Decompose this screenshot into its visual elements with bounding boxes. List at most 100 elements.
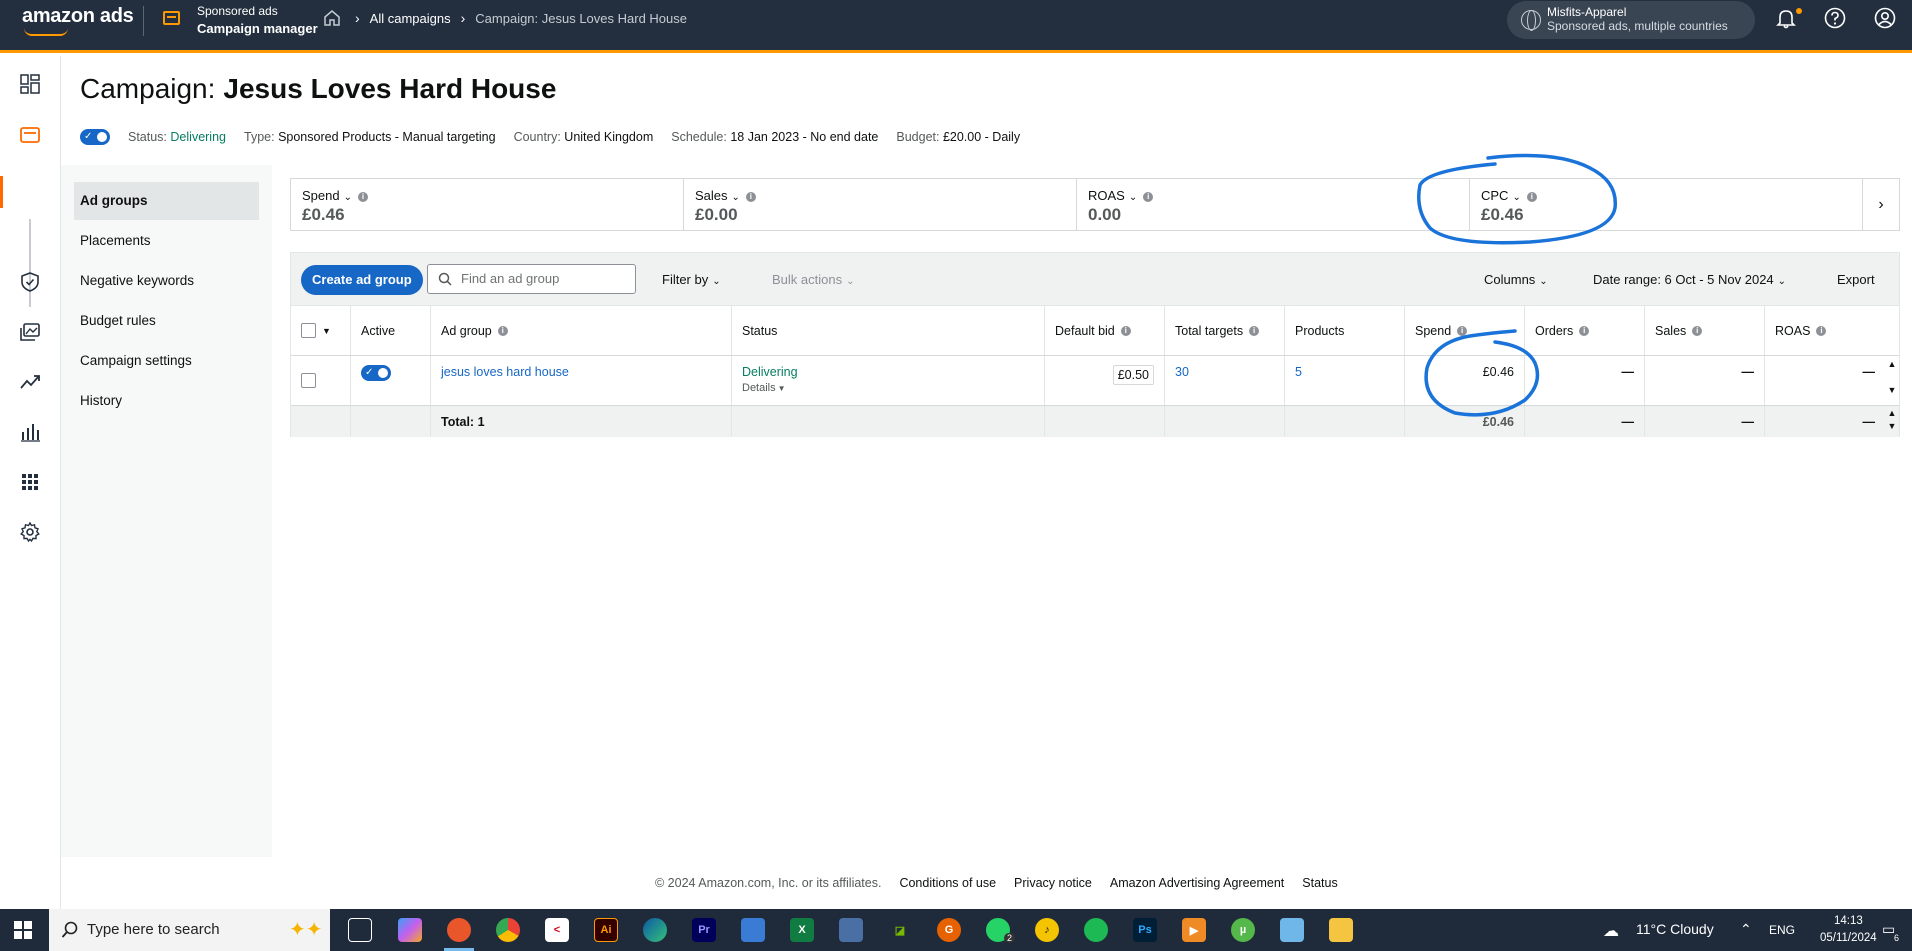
column-header-default-bid[interactable]: Default bid i — [1045, 306, 1165, 355]
schedule-field[interactable]: Schedule: 18 Jan 2023 - No end date — [671, 130, 878, 144]
info-icon[interactable]: i — [497, 325, 508, 336]
info-icon[interactable]: i — [357, 192, 368, 202]
laptop-app-icon[interactable] — [741, 918, 765, 942]
budget-field[interactable]: Budget: £20.00 - Daily — [896, 130, 1020, 144]
language-indicator[interactable]: ENG — [1769, 923, 1795, 937]
spotify-icon[interactable] — [1084, 918, 1108, 942]
subnav-item-campaign-settings[interactable]: Campaign settings — [74, 342, 259, 380]
pdf-app-icon[interactable]: < — [545, 918, 569, 942]
row-checkbox[interactable] — [301, 373, 316, 388]
column-header-total-targets[interactable]: Total targets i — [1165, 306, 1285, 355]
metrics-next-chevron-icon[interactable]: › — [1863, 179, 1899, 230]
subnav-item-budget-rules[interactable]: Budget rules — [74, 302, 259, 340]
totals-scroll-arrows[interactable]: ▲ ▼ — [1886, 407, 1898, 433]
metric-card-spend[interactable]: Spend ⌄ i £0.46 — [291, 179, 684, 230]
media-player-icon[interactable]: ▶ — [1182, 918, 1206, 942]
subnav-item-ad-groups[interactable]: Ad groups — [74, 182, 259, 220]
metric-card-cpc[interactable]: CPC ⌄ i £0.46 — [1470, 179, 1863, 230]
bar-chart-icon[interactable] — [19, 421, 41, 443]
info-icon[interactable]: i — [745, 192, 756, 202]
shield-icon[interactable] — [19, 271, 41, 293]
info-icon[interactable]: i — [1816, 325, 1827, 336]
details-dropdown[interactable]: Details ▼ — [742, 382, 786, 394]
subnav-item-placements[interactable]: Placements — [74, 222, 259, 260]
info-icon[interactable]: i — [1120, 325, 1131, 336]
taskbar-clock[interactable]: 14:13 05/11/2024 — [1820, 913, 1877, 947]
total-targets-link[interactable]: 30 — [1165, 356, 1285, 405]
info-icon[interactable]: i — [1526, 192, 1537, 202]
account-switcher[interactable]: Misfits-Apparel Sponsored ads, multiple … — [1507, 1, 1755, 39]
metric-card-roas[interactable]: ROAS ⌄ i 0.00 — [1077, 179, 1470, 230]
edge-icon[interactable] — [643, 918, 667, 942]
campaign-active-toggle[interactable] — [80, 129, 110, 145]
breadcrumb-all-campaigns[interactable]: All campaigns — [370, 11, 451, 26]
bulk-actions-dropdown[interactable]: Bulk actions ⌄ — [772, 272, 854, 287]
info-icon[interactable]: i — [1457, 325, 1468, 336]
metric-card-sales[interactable]: Sales ⌄ i £0.00 — [684, 179, 1077, 230]
create-ad-group-button[interactable]: Create ad group — [301, 265, 423, 295]
date-range-dropdown[interactable]: Date range: 6 Oct - 5 Nov 2024 ⌄ — [1593, 272, 1786, 287]
user-account-icon[interactable] — [1873, 6, 1897, 30]
chrome-icon[interactable] — [496, 918, 520, 942]
select-menu-caret-icon[interactable]: ▼ — [322, 326, 331, 336]
overview-icon[interactable] — [19, 73, 41, 95]
file-explorer-icon[interactable] — [1329, 918, 1353, 942]
illustrator-icon[interactable]: Ai — [594, 918, 618, 942]
info-icon[interactable]: i — [1579, 325, 1590, 336]
info-icon[interactable]: i — [1143, 192, 1154, 202]
help-icon[interactable] — [1823, 6, 1847, 30]
bell-icon[interactable] — [1774, 6, 1798, 30]
select-all-checkbox[interactable] — [301, 323, 316, 338]
creative-assets-icon[interactable] — [19, 321, 41, 343]
trend-chart-icon[interactable] — [19, 371, 41, 393]
amazon-ads-logo[interactable]: amazon ads — [22, 5, 134, 28]
column-header-products[interactable]: Products — [1285, 306, 1405, 355]
products-link[interactable]: 5 — [1285, 356, 1405, 405]
utorrent-icon[interactable]: µ — [1231, 918, 1255, 942]
excel-icon[interactable]: X — [790, 918, 814, 942]
task-view-icon[interactable] — [348, 918, 372, 942]
apps-grid-icon[interactable] — [19, 471, 41, 493]
default-bid-input[interactable]: £0.50 — [1112, 365, 1154, 385]
columns-dropdown[interactable]: Columns ⌄ — [1484, 272, 1548, 287]
tray-overflow-chevron-icon[interactable]: ⌃ — [1740, 921, 1752, 938]
column-header-spend[interactable]: Spend i — [1405, 306, 1525, 355]
music-app-icon[interactable]: ♪ — [1035, 918, 1059, 942]
product-switcher[interactable]: Sponsored ads Campaign manager — [197, 3, 318, 37]
column-header-sales[interactable]: Sales i — [1645, 306, 1765, 355]
weather-text[interactable]: 11°C Cloudy — [1636, 921, 1714, 937]
campaign-manager-nav-icon[interactable] — [19, 124, 41, 146]
premiere-icon[interactable]: Pr — [692, 918, 716, 942]
footer-link-conditions[interactable]: Conditions of use — [899, 876, 996, 890]
calculator-icon[interactable] — [839, 918, 863, 942]
info-icon[interactable]: i — [1249, 325, 1260, 336]
row-scroll-arrows[interactable]: ▲ ▼ — [1886, 358, 1898, 397]
footer-link-privacy[interactable]: Privacy notice — [1014, 876, 1092, 890]
subnav-item-negative-keywords[interactable]: Negative keywords — [74, 262, 259, 300]
grammarly-icon[interactable]: G — [937, 918, 961, 942]
column-header-roas[interactable]: ROAS i — [1765, 306, 1899, 355]
settings-gear-icon[interactable] — [19, 521, 41, 543]
weather-cloud-icon[interactable]: ☁ — [1603, 921, 1619, 941]
search-input[interactable] — [461, 271, 626, 286]
column-header-active[interactable]: Active — [351, 306, 431, 355]
copilot-icon[interactable] — [398, 918, 422, 942]
column-header-orders[interactable]: Orders i — [1525, 306, 1645, 355]
nvidia-icon[interactable]: ◪ — [888, 918, 912, 942]
footer-link-agreement[interactable]: Amazon Advertising Agreement — [1110, 876, 1284, 890]
campaign-manager-icon[interactable] — [163, 11, 180, 25]
ad-group-active-toggle[interactable] — [361, 365, 391, 381]
taskbar-search-box[interactable]: Type here to search ✦✦ — [49, 909, 330, 951]
filter-by-dropdown[interactable]: Filter by ⌄ — [662, 272, 721, 287]
photoshop-icon[interactable]: Ps — [1133, 918, 1157, 942]
subnav-item-history[interactable]: History — [74, 382, 259, 420]
export-button[interactable]: Export — [1837, 272, 1875, 287]
info-icon[interactable]: i — [1692, 325, 1703, 336]
home-icon[interactable] — [323, 9, 341, 27]
column-header-ad-group[interactable]: Ad group i — [431, 306, 732, 355]
windows-start-icon[interactable] — [14, 921, 32, 939]
firefox-icon[interactable] — [447, 918, 471, 942]
column-header-status[interactable]: Status — [732, 306, 1045, 355]
notes-app-icon[interactable] — [1280, 918, 1304, 942]
ad-group-name-link[interactable]: jesus loves hard house — [431, 356, 732, 405]
